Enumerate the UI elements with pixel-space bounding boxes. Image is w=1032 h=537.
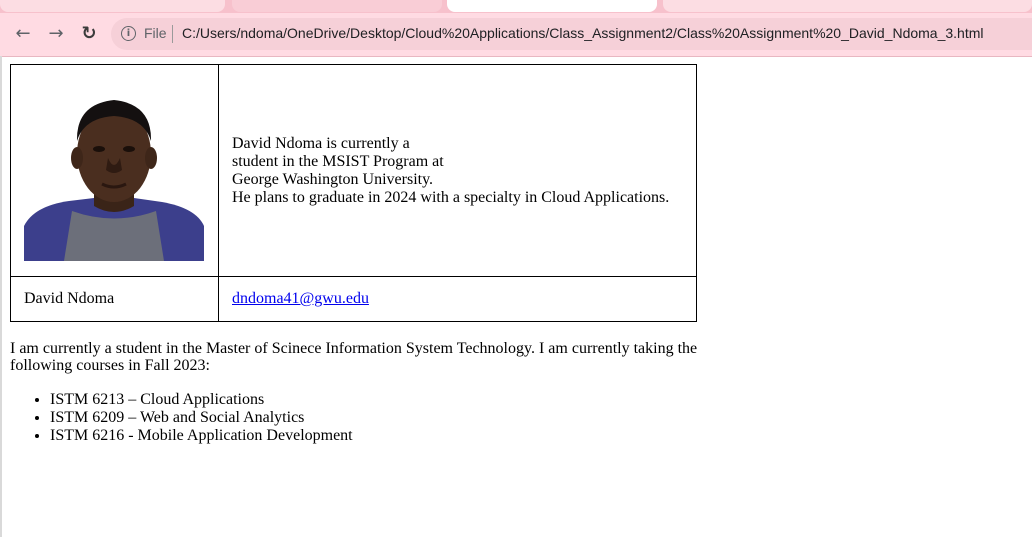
profile-table: David Ndoma is currently a student in th… [10, 64, 697, 322]
course-list: ISTM 6213 – Cloud Applications ISTM 6209… [10, 391, 710, 445]
browser-tab[interactable] [232, 0, 442, 12]
url-text[interactable]: C:/Users/ndoma/OneDrive/Desktop/Cloud%20… [182, 25, 984, 41]
photo-cell [10, 64, 219, 277]
profile-photo [24, 86, 204, 261]
address-bar[interactable]: i File C:/Users/ndoma/OneDrive/Desktop/C… [111, 18, 1032, 50]
forward-arrow-icon[interactable]: → [44, 22, 68, 46]
browser-tab-active[interactable] [447, 0, 657, 12]
file-label: File [144, 25, 167, 41]
reload-icon[interactable]: ↻ [77, 22, 101, 46]
back-arrow-icon[interactable]: ← [11, 22, 35, 46]
email-link[interactable]: dndoma41@gwu.edu [232, 290, 369, 307]
list-item: ISTM 6213 – Cloud Applications [50, 391, 710, 409]
info-icon[interactable]: i [121, 26, 136, 41]
bio-line: He plans to graduate in 2024 with a spec… [232, 188, 670, 206]
bio-line: David Ndoma is currently a [232, 134, 410, 152]
page-content: David Ndoma is currently a student in th… [10, 64, 710, 445]
bio-cell: David Ndoma is currently a student in th… [218, 64, 697, 277]
browser-tab[interactable] [663, 0, 1032, 12]
bio-line: student in the MSIST Program at [232, 152, 444, 170]
browser-toolbar: ← → ↻ i File C:/Users/ndoma/OneDrive/Des… [0, 13, 1032, 57]
name-cell: David Ndoma [10, 276, 219, 322]
browser-tab[interactable] [0, 0, 225, 12]
bio-line: George Washington University. [232, 170, 434, 188]
intro-paragraph: I am currently a student in the Master o… [10, 340, 698, 374]
address-separator [172, 25, 173, 43]
window-edge [0, 56, 2, 537]
tab-strip [0, 0, 1032, 13]
list-item: ISTM 6216 - Mobile Application Developme… [50, 427, 710, 445]
list-item: ISTM 6209 – Web and Social Analytics [50, 409, 710, 427]
email-cell: dndoma41@gwu.edu [218, 276, 697, 322]
